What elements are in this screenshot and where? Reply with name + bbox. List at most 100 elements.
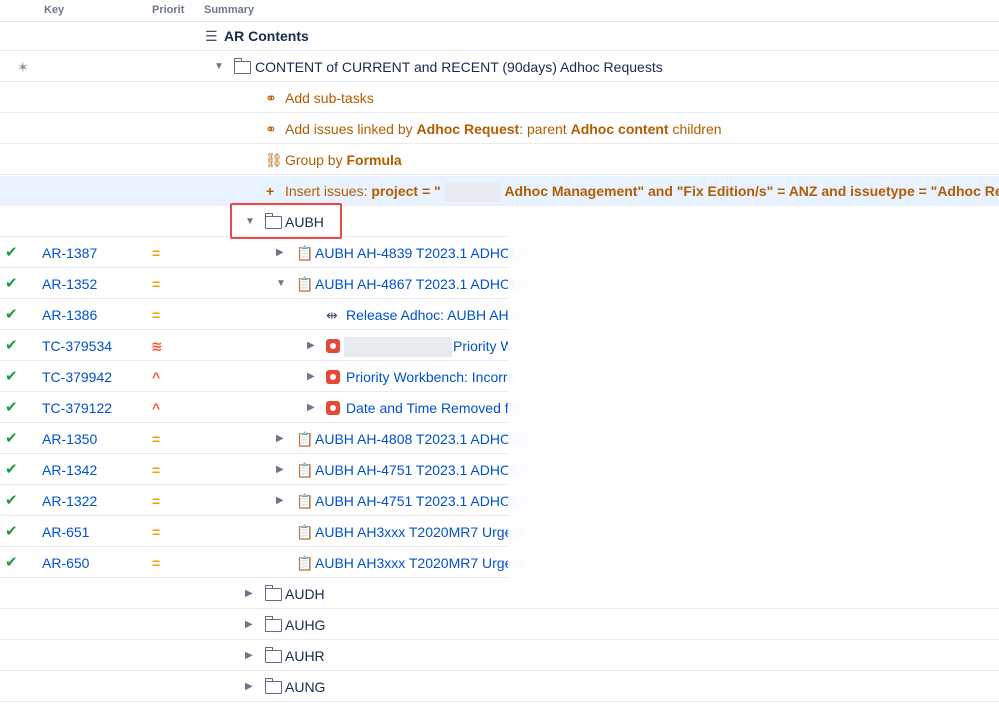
chevron-down-icon[interactable]: ▼	[276, 269, 286, 299]
chevron-right-icon[interactable]: ▶	[307, 331, 315, 361]
plus-icon: +	[266, 183, 275, 199]
issue-key[interactable]: AR-1350	[42, 424, 97, 454]
issue-key[interactable]: AR-651	[42, 517, 89, 547]
chevron-right-icon[interactable]: ▶	[245, 610, 253, 640]
column-header: Key Priorit Summary	[0, 0, 999, 22]
bug-icon	[326, 331, 340, 361]
chevron-right-icon[interactable]: ▶	[276, 238, 284, 268]
redacted-block	[444, 182, 501, 203]
issue-key[interactable]: TC-379942	[42, 362, 112, 392]
folder-icon	[264, 579, 282, 609]
redacted-region	[508, 222, 999, 594]
adhoc-request-icon: 📋	[296, 462, 314, 478]
link-icon: ⚭	[265, 90, 277, 106]
resolved-check-icon: ✔	[5, 430, 18, 447]
generator-row[interactable]: ⚭ Add sub-tasks	[0, 83, 999, 113]
wand-icon[interactable]: ✶	[17, 52, 29, 82]
issue-key[interactable]: AR-650	[42, 548, 89, 578]
adhoc-request-icon: 📋	[296, 276, 314, 292]
column-summary[interactable]: Summary	[204, 4, 254, 16]
issue-summary[interactable]: Release Adhoc: AUBH AH-4	[346, 300, 521, 330]
folder-label: AUDH	[285, 586, 325, 602]
resolved-check-icon: ✔	[5, 306, 18, 323]
priority-medium-icon: =	[152, 555, 161, 571]
resolved-check-icon: ✔	[5, 399, 18, 416]
issue-summary[interactable]: Priority Workbench: Incorre	[346, 362, 515, 392]
adhoc-request-icon: 📋	[296, 245, 314, 261]
resolved-check-icon: ✔	[5, 244, 18, 261]
redacted-block	[344, 331, 452, 361]
generator-row-insert[interactable]: + Insert issues: project = " Adhoc Manag…	[0, 176, 999, 206]
issue-key[interactable]: TC-379122	[42, 393, 112, 423]
folder-label: AUNG	[285, 679, 326, 695]
chevron-right-icon[interactable]: ▶	[245, 641, 253, 671]
folder-row-content[interactable]: ✶ ▼ CONTENT of CURRENT and RECENT (90day…	[0, 52, 999, 82]
folder-row-auhr[interactable]: ▶ AUHR	[0, 641, 999, 671]
issue-key[interactable]: AR-1386	[42, 300, 97, 330]
chevron-right-icon[interactable]: ▶	[276, 455, 284, 485]
priority-high-icon: ^	[152, 369, 161, 385]
chevron-right-icon[interactable]: ▶	[307, 362, 315, 392]
issue-summary[interactable]: AUBH AH-4751 T2023.1 ADHOC1	[315, 486, 529, 516]
issue-summary[interactable]: AUBH AH-4839 T2023.1 ADHOC3	[315, 238, 529, 268]
issue-summary[interactable]: AUBH AH-4751 T2023.1 ADHOC1	[315, 455, 529, 485]
issue-summary[interactable]: Date and Time Removed fro	[346, 393, 521, 423]
priority-medium-icon: =	[152, 462, 161, 478]
adhoc-request-icon: 📋	[296, 555, 314, 571]
adhoc-request-icon: 📋	[296, 493, 314, 509]
bug-icon	[326, 393, 340, 423]
issue-summary[interactable]: AUBH AH3xxx T2020MR7 Urgent	[315, 548, 524, 578]
issue-summary[interactable]: AUBH AH3xxx T2020MR7 Urgent	[315, 517, 524, 547]
folder-row-aung[interactable]: ▶ AUNG	[0, 672, 999, 702]
column-priority[interactable]: Priorit	[152, 4, 184, 16]
folder-icon	[264, 641, 282, 671]
issue-key[interactable]: AR-1322	[42, 486, 97, 516]
chevron-right-icon[interactable]: ▶	[245, 672, 253, 702]
chevron-right-icon[interactable]: ▶	[307, 393, 315, 423]
folder-icon	[264, 610, 282, 640]
resolved-check-icon: ✔	[5, 492, 18, 509]
chevron-right-icon[interactable]: ▶	[276, 486, 284, 516]
release-icon: ⇹	[326, 307, 338, 323]
issue-summary[interactable]: AUBH AH-4808 T2023.1 ADHOC2	[315, 424, 529, 454]
folder-row-auhg[interactable]: ▶ AUHG	[0, 610, 999, 640]
adhoc-request-icon: 📋	[296, 431, 314, 447]
priority-high-icon: ^	[152, 400, 161, 416]
folder-icon	[264, 672, 282, 702]
issue-key[interactable]: AR-1387	[42, 238, 97, 268]
ar-contents-row[interactable]: ☰ AR Contents	[0, 21, 999, 51]
adhoc-request-icon: 📋	[296, 524, 314, 540]
resolved-check-icon: ✔	[5, 275, 18, 292]
issue-key[interactable]: TC-379534	[42, 331, 112, 361]
issue-summary[interactable]: AUBH AH-4867 T2023.1 ADHOC4	[315, 269, 529, 299]
generator-row[interactable]: ⚭ Add issues linked by Adhoc Request: pa…	[0, 114, 999, 144]
priority-medium-icon: =	[152, 276, 161, 292]
structure-icon: ☰	[205, 28, 218, 44]
hierarchy-icon: ⛓	[265, 152, 283, 168]
resolved-check-icon: ✔	[5, 523, 18, 540]
generator-row[interactable]: ⛓ Group by Formula	[0, 145, 999, 175]
ar-contents-label: AR Contents	[224, 28, 309, 44]
folder-label: AUHR	[285, 648, 325, 664]
issue-key[interactable]: AR-1342	[42, 455, 97, 485]
bug-icon	[326, 362, 340, 392]
chevron-down-icon[interactable]: ▼	[214, 52, 224, 82]
linked-issues-label: Add issues linked by Adhoc Request: pare…	[285, 121, 722, 137]
priority-highest-icon: ≋	[151, 338, 163, 354]
resolved-check-icon: ✔	[5, 554, 18, 571]
folder-label: CONTENT of CURRENT and RECENT (90days) A…	[255, 59, 663, 75]
insert-issues-label: Insert issues: project = " Adhoc Managem…	[285, 176, 999, 206]
priority-medium-icon: =	[152, 524, 161, 540]
priority-medium-icon: =	[152, 493, 161, 509]
chevron-right-icon[interactable]: ▶	[245, 579, 253, 609]
resolved-check-icon: ✔	[5, 461, 18, 478]
resolved-check-icon: ✔	[5, 337, 18, 354]
group-by-label: Group by Formula	[285, 152, 402, 168]
resolved-check-icon: ✔	[5, 368, 18, 385]
chevron-right-icon[interactable]: ▶	[276, 424, 284, 454]
column-key[interactable]: Key	[44, 4, 64, 16]
link-icon: ⚭	[265, 121, 277, 137]
issue-key[interactable]: AR-1352	[42, 269, 97, 299]
priority-medium-icon: =	[152, 307, 161, 323]
issue-summary[interactable]: Priority W	[453, 331, 514, 361]
